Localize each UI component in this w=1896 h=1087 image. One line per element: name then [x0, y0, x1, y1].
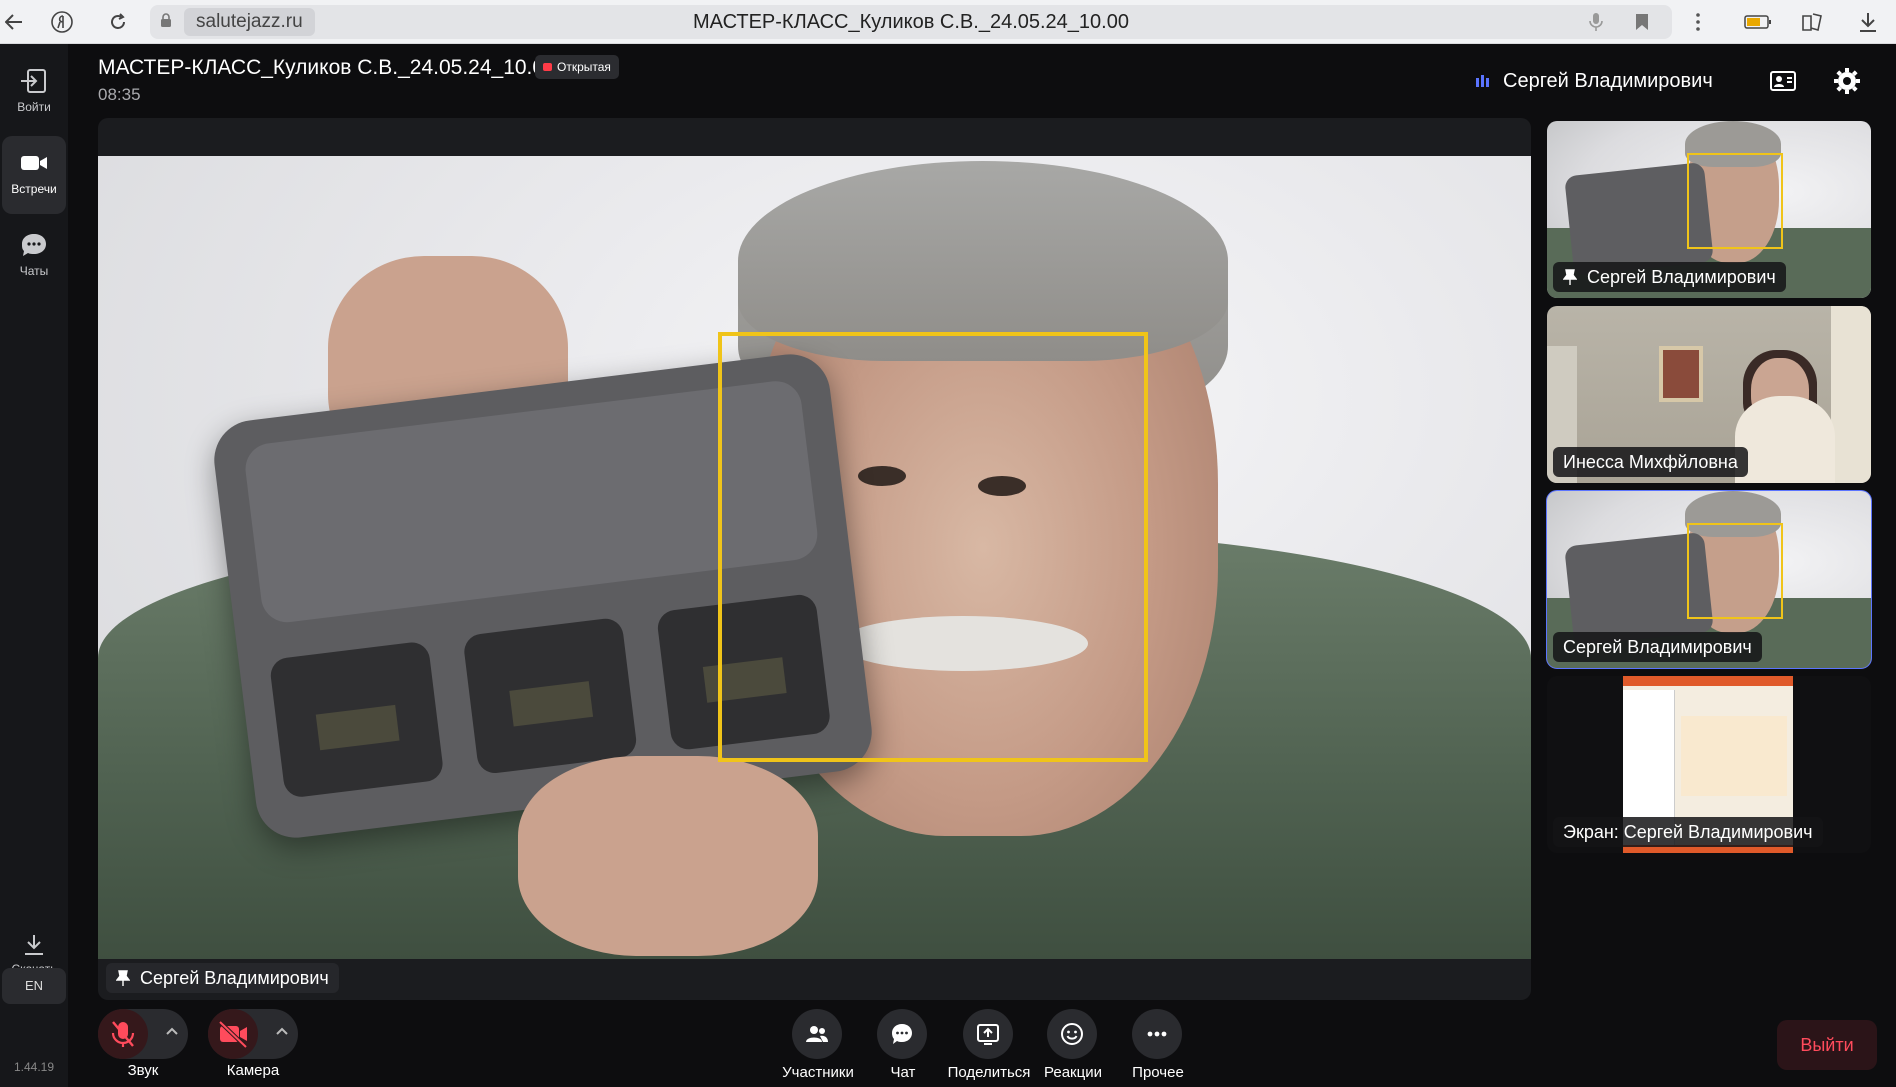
speaker-video [98, 156, 1531, 959]
reactions-button[interactable] [1047, 1009, 1097, 1059]
participant-name-label: Сергей Владимирович [1553, 632, 1762, 662]
chat-icon [892, 1024, 912, 1044]
video-hair-top [738, 161, 1228, 361]
more-vertical-icon[interactable] [1684, 8, 1712, 36]
camera-button[interactable] [208, 1009, 258, 1059]
chevron-up-icon[interactable] [276, 1026, 288, 1038]
camera-control[interactable] [208, 1009, 298, 1059]
participant-name-label: Инесса Михфйловна [1553, 447, 1748, 477]
video-camera-icon [21, 156, 47, 170]
more-button[interactable] [1132, 1009, 1182, 1059]
app-version: 1.44.19 [13, 1060, 55, 1074]
pin-icon [1563, 269, 1577, 285]
page-title-tab: МАСТЕР-КЛАСС_Куликов С.В._24.05.24_10.00 [693, 11, 1129, 33]
smiley-icon [1061, 1023, 1083, 1045]
bookmark-icon[interactable] [1628, 8, 1656, 36]
microphone-off-icon [111, 1021, 135, 1047]
reload-icon[interactable] [104, 8, 132, 36]
rail-item-label: Войти [17, 100, 51, 114]
stage-speaker-name: Сергей Владимирович [140, 968, 329, 988]
mute-button[interactable] [98, 1009, 148, 1059]
participant-tile[interactable]: Сергей Владимирович [1547, 121, 1871, 298]
language-switch[interactable]: EN [2, 968, 66, 1004]
rail-item-meetings[interactable]: Встречи [2, 136, 66, 214]
collections-icon[interactable] [1798, 8, 1826, 36]
meeting-timer: 08:35 [98, 85, 141, 104]
address-bar[interactable]: salutejazz.ru МАСТЕР-КЛАСС_Куликов С.В._… [150, 5, 1672, 39]
audio-level-icon [1476, 75, 1490, 87]
left-rail: Войти Встречи Чаты Скачать SaluteJazz EN… [0, 44, 68, 1087]
chat-icon [22, 234, 46, 256]
rail-item-label: Встречи [11, 182, 57, 196]
meeting-title: МАСТЕР-КЛАСС_Куликов С.В._24.05.24_10.00 [98, 56, 556, 79]
more-label: Прочее [1132, 1064, 1184, 1081]
settings-button[interactable] [1832, 66, 1862, 96]
sound-label: Звук [127, 1062, 159, 1079]
face-detection-box [718, 332, 1148, 762]
download-icon[interactable] [1854, 8, 1882, 36]
chevron-up-icon[interactable] [166, 1026, 178, 1038]
sound-control[interactable] [98, 1009, 188, 1059]
pin-icon [116, 970, 130, 986]
participants-button[interactable] [792, 1009, 842, 1059]
rail-item-label: Чаты [19, 264, 49, 278]
leave-button[interactable]: Выйти [1777, 1020, 1877, 1070]
layout-toggle-button[interactable] [1768, 66, 1798, 96]
share-screen-button[interactable] [963, 1009, 1013, 1059]
battery-icon [1744, 8, 1772, 36]
participant-name-label: Сергей Владимирович [1553, 262, 1786, 292]
participant-name-label: Экран: Сергей Владимирович [1553, 817, 1823, 847]
participant-tile-active[interactable]: Сергей Владимирович [1546, 490, 1872, 669]
people-icon [806, 1026, 828, 1042]
share-screen-icon [977, 1024, 999, 1045]
more-horizontal-icon [1147, 1031, 1167, 1037]
current-user-name[interactable]: Сергей Владимирович [1503, 70, 1713, 93]
camera-label: Камера [226, 1062, 280, 1079]
rail-item-login[interactable]: Войти [2, 54, 66, 132]
login-icon [21, 69, 46, 93]
status-badge: Открытая [535, 55, 619, 79]
yandex-logo-icon[interactable] [48, 8, 76, 36]
screen-share-tile[interactable]: Экран: Сергей Владимирович [1547, 676, 1871, 853]
rail-item-chats[interactable]: Чаты [2, 218, 66, 296]
gear-icon [1834, 68, 1860, 94]
browser-toolbar: salutejazz.ru МАСТЕР-КЛАСС_Куликов С.В._… [0, 0, 1896, 44]
back-arrow-icon[interactable] [0, 8, 28, 36]
main-video-stage[interactable]: Сергей Владимирович [98, 118, 1531, 1000]
contact-card-icon [1770, 71, 1796, 91]
camera-off-icon [218, 1020, 248, 1049]
participant-name: Сергей Владимирович [1587, 267, 1776, 287]
microphone-icon[interactable] [1582, 8, 1610, 36]
stage-speaker-label: Сергей Владимирович [106, 963, 339, 993]
video-hand-bottom [518, 756, 818, 956]
download-icon [25, 935, 43, 955]
chat-button[interactable] [877, 1009, 927, 1059]
participant-tile[interactable]: Инесса Михфйловна [1547, 306, 1871, 483]
